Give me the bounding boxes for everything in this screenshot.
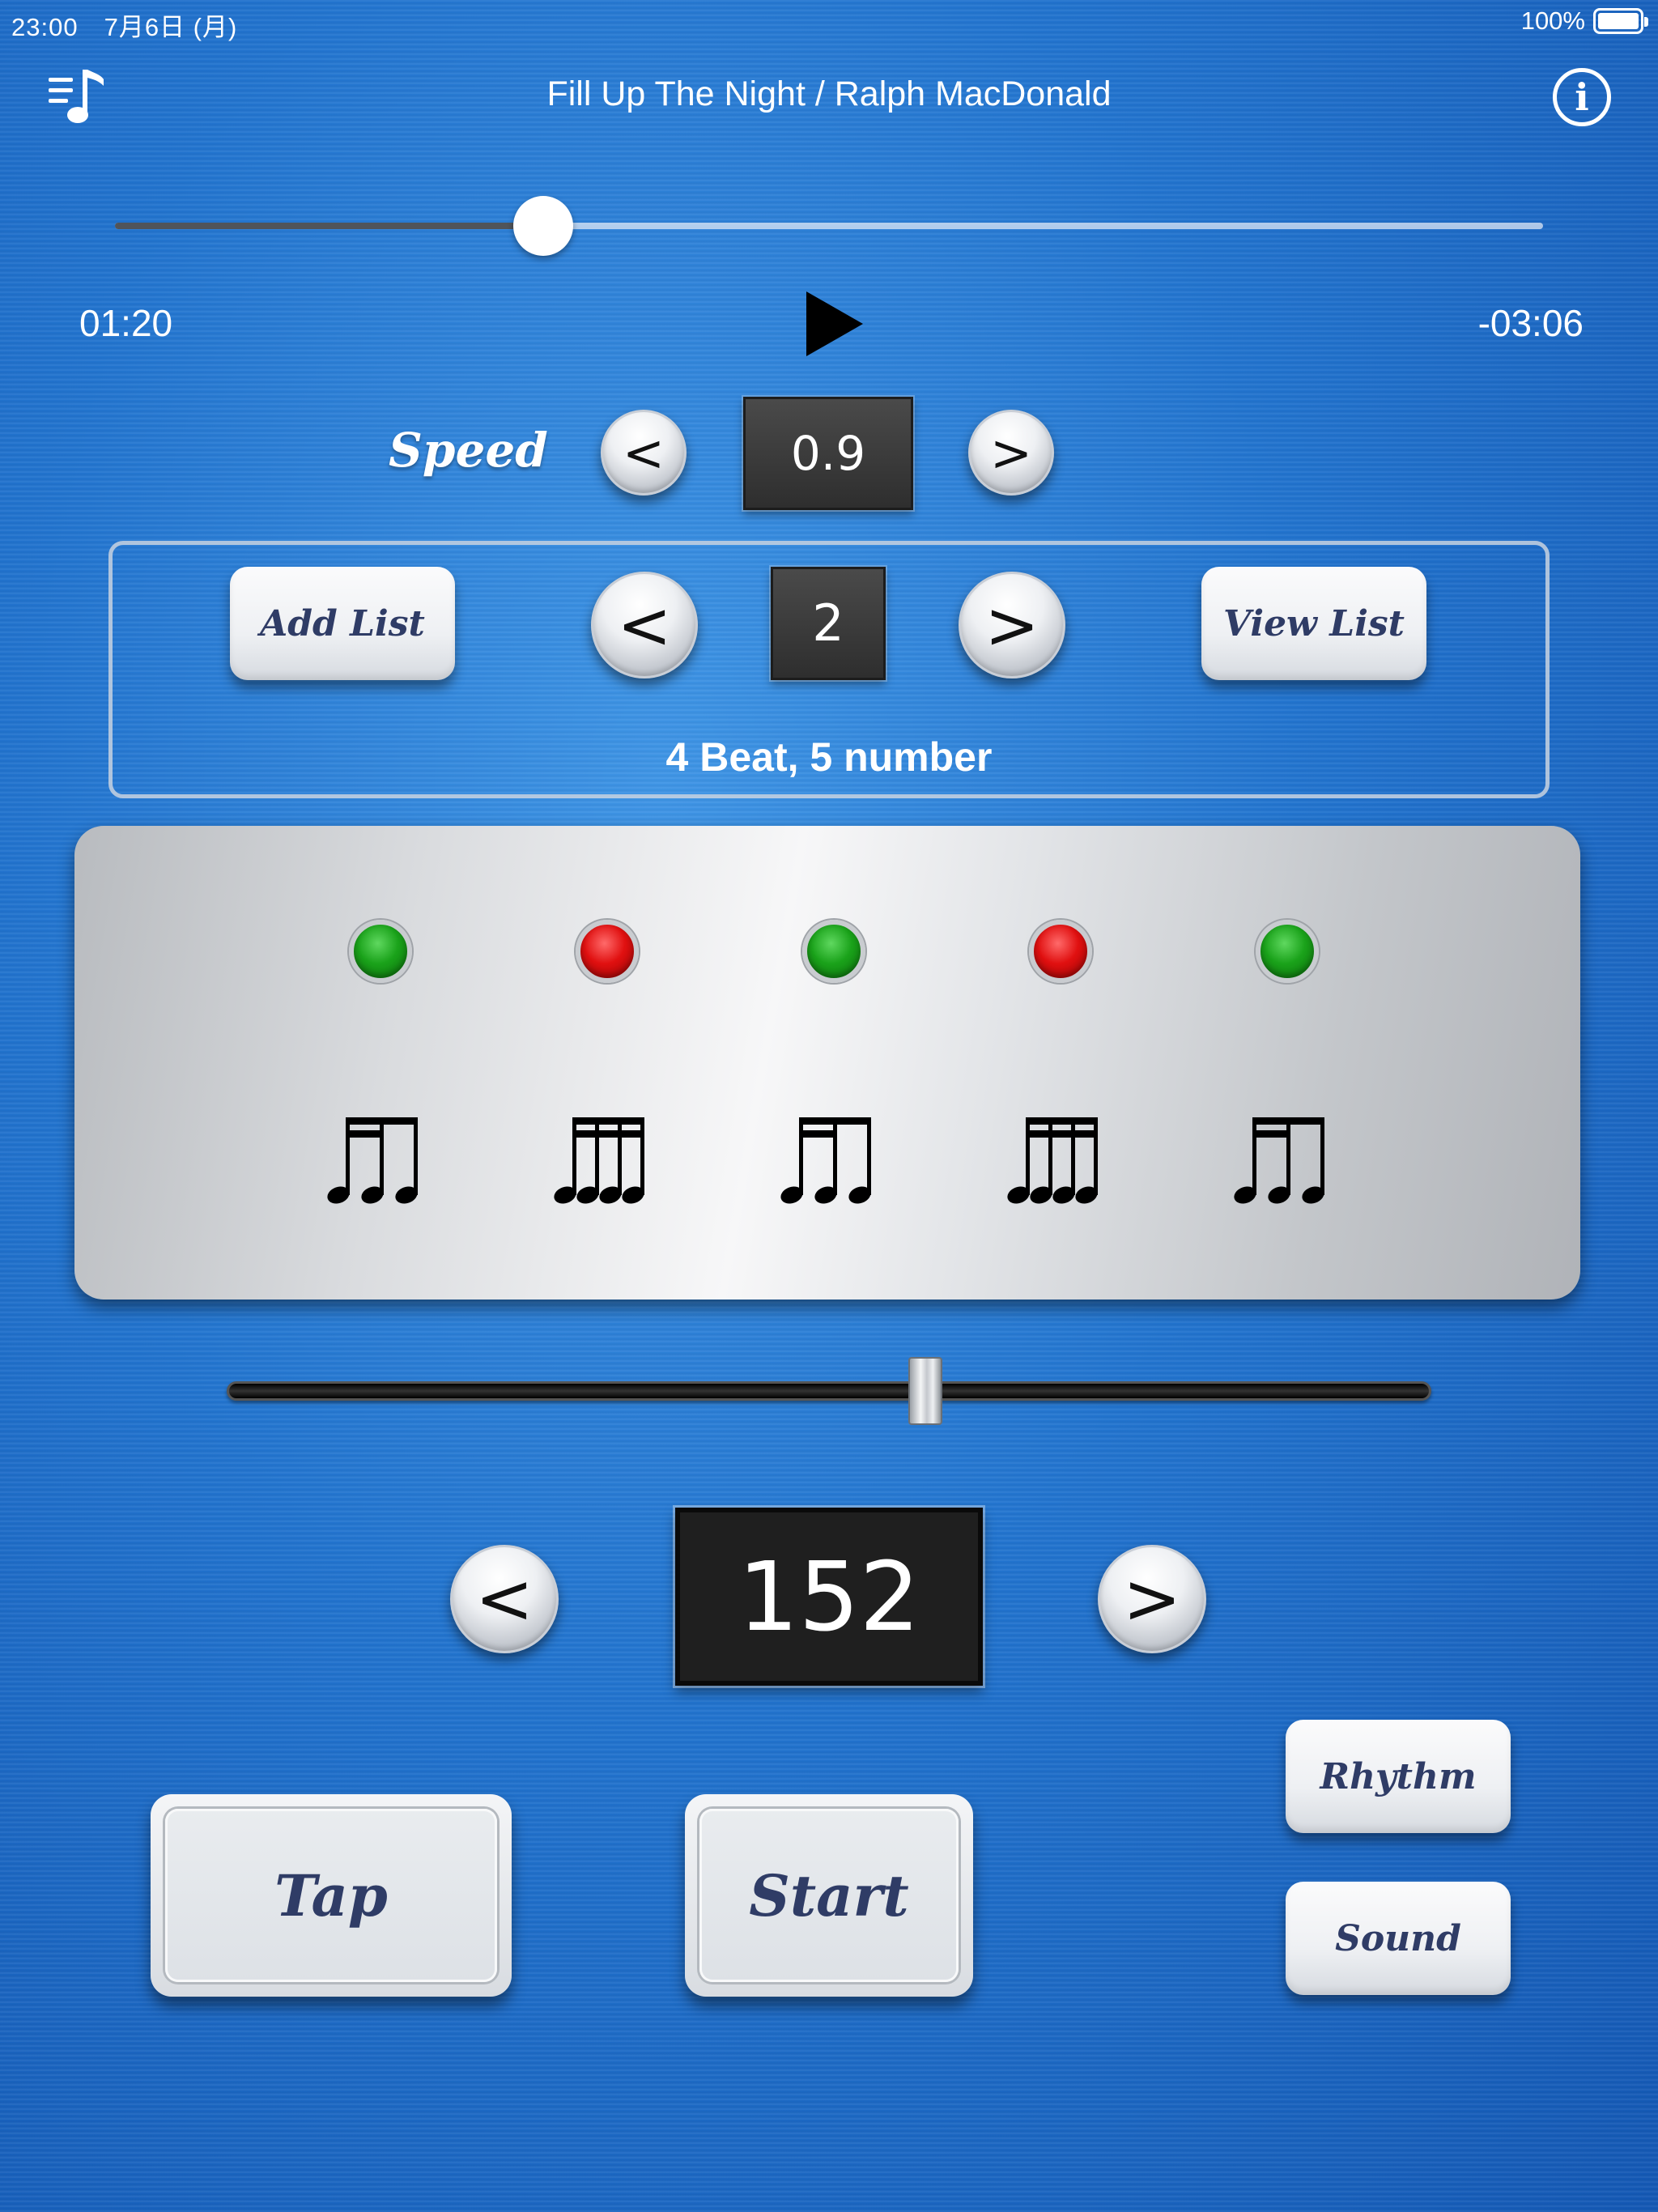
elapsed-time: 01:20: [79, 302, 173, 344]
tempo-increase-button[interactable]: >: [1098, 1545, 1206, 1653]
four-sixteenths-icon[interactable]: [1004, 1111, 1117, 1208]
status-time-date: 23:00 7月6日 (月): [11, 13, 238, 41]
add-list-button[interactable]: Add List: [230, 567, 455, 680]
play-icon[interactable]: [803, 290, 865, 358]
list-prev-button[interactable]: <: [591, 572, 698, 678]
start-button[interactable]: Start: [685, 1794, 973, 1997]
start-button-label: Start: [699, 1809, 959, 1982]
song-title: Fill Up The Night / Ralph MacDonald: [546, 74, 1112, 113]
bpm-display: 152: [675, 1508, 983, 1686]
beat-led-green: [349, 920, 412, 983]
tap-button[interactable]: Tap: [151, 1794, 512, 1997]
tempo-decrease-button[interactable]: <: [450, 1545, 559, 1653]
sixteenth-eighth-icon[interactable]: [1231, 1111, 1344, 1208]
remaining-time: -03:06: [1477, 302, 1584, 344]
tempo-slider[interactable]: [227, 1381, 1431, 1401]
speed-label: Speed: [389, 423, 548, 478]
status-battery: 100%: [1520, 6, 1648, 36]
beat-indicator-panel: [74, 826, 1580, 1300]
list-next-button[interactable]: >: [959, 572, 1065, 678]
playback-progress-slider[interactable]: [115, 223, 1543, 229]
beat-led-red: [576, 920, 639, 983]
tap-button-label: Tap: [165, 1809, 497, 1982]
battery-percent: 100%: [1520, 6, 1585, 35]
rhythm-button[interactable]: Rhythm: [1286, 1720, 1511, 1833]
battery-icon: [1593, 8, 1648, 34]
sixteenth-eighth-icon[interactable]: [324, 1111, 437, 1208]
progress-thumb[interactable]: [513, 196, 574, 256]
beat-led-red: [1029, 920, 1092, 983]
info-icon[interactable]: i: [1553, 68, 1611, 126]
beat-led-green: [802, 920, 865, 983]
sound-button[interactable]: Sound: [1286, 1882, 1511, 1995]
four-sixteenths-icon[interactable]: [551, 1111, 664, 1208]
view-list-button[interactable]: View List: [1201, 567, 1426, 680]
speed-display: 0.9: [743, 397, 913, 510]
progress-fill: [115, 223, 544, 229]
speed-increase-button[interactable]: >: [968, 410, 1054, 496]
speed-decrease-button[interactable]: <: [601, 410, 687, 496]
list-number-display: 2: [771, 567, 886, 680]
beat-led-green: [1256, 920, 1319, 983]
tempo-slider-thumb[interactable]: [908, 1357, 943, 1425]
list-description: 4 Beat, 5 number: [665, 734, 993, 780]
sixteenth-eighth-icon[interactable]: [777, 1111, 891, 1208]
